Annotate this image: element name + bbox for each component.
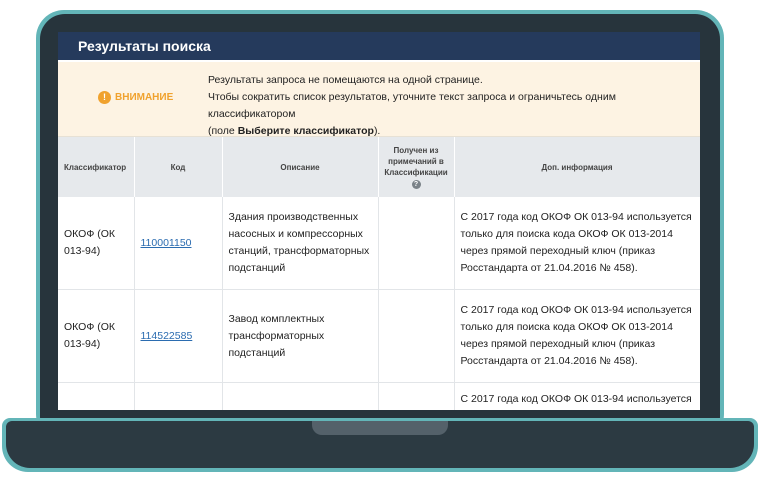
warning-notice: ! ВНИМАНИЕ Результаты запроса не помещаю… xyxy=(58,62,700,137)
notice-line-2: Чтобы сократить список результатов, уточ… xyxy=(208,91,616,120)
header-code[interactable]: Код xyxy=(134,137,223,197)
cell-from-notes xyxy=(378,289,455,383)
notice-classifier-field: Выберите классификатор xyxy=(237,125,374,137)
header-extra[interactable]: Доп. информация xyxy=(454,137,700,197)
cell-extra: С 2017 года код ОКОФ ОК 013-94 используе… xyxy=(454,197,700,290)
info-icon: ! xyxy=(98,91,111,104)
notice-line-3: (поле Выберите классификатор). xyxy=(208,123,698,140)
cell-description: Завод комплектных трансформаторных подст… xyxy=(222,289,379,383)
notice-label-text: ВНИМАНИЕ xyxy=(115,92,174,103)
laptop-screen: Результаты поиска ! ВНИМАНИЕ Результаты … xyxy=(58,32,700,410)
table-row: ОКОФ (ОК 013-94) 114522585 Завод комплек… xyxy=(58,289,700,383)
table-row: С 2017 года код ОКОФ ОК 013-94 используе… xyxy=(58,382,700,410)
header-description[interactable]: Описание xyxy=(222,137,379,197)
notice-text: Результаты запроса не помещаются на одно… xyxy=(208,72,698,140)
cell-from-notes xyxy=(378,382,455,410)
notice-line-3-prefix: (поле xyxy=(208,125,238,137)
cell-code: 110001150 xyxy=(134,197,223,290)
laptop-notch xyxy=(312,421,448,435)
help-icon[interactable]: ? xyxy=(411,180,421,189)
code-link[interactable]: 110001150 xyxy=(141,237,192,249)
header-from-notes[interactable]: Получен из примечаний в Классификации ? xyxy=(378,137,455,197)
results-table: Классификатор Код Описание Получен из пр… xyxy=(58,137,700,410)
cell-extra: С 2017 года код ОКОФ ОК 013-94 используе… xyxy=(454,289,700,383)
cell-extra: С 2017 года код ОКОФ ОК 013-94 используе… xyxy=(454,382,700,410)
header-classifier[interactable]: Классификатор xyxy=(58,137,135,197)
cell-classifier xyxy=(58,382,135,410)
notice-line-3-suffix: ). xyxy=(373,125,381,137)
notice-label: ! ВНИМАНИЕ xyxy=(98,91,173,104)
notice-line-1: Результаты запроса не помещаются на одно… xyxy=(208,74,483,86)
cell-code xyxy=(134,382,223,410)
table-header-row: Классификатор Код Описание Получен из пр… xyxy=(58,137,700,197)
cell-classifier: ОКОФ (ОК 013-94) xyxy=(58,197,135,290)
window-title: Результаты поиска xyxy=(58,32,700,62)
cell-code: 114522585 xyxy=(134,289,223,383)
cell-classifier: ОКОФ (ОК 013-94) xyxy=(58,289,135,383)
table-row: ОКОФ (ОК 013-94) 110001150 Здания произв… xyxy=(58,197,700,290)
code-link[interactable]: 114522585 xyxy=(141,330,193,342)
cell-description xyxy=(222,382,379,410)
cell-description: Здания производственных насосных и компр… xyxy=(222,197,379,290)
cell-from-notes xyxy=(378,197,455,290)
header-from-notes-label: Получен из примечаний в Классификации xyxy=(384,146,448,177)
